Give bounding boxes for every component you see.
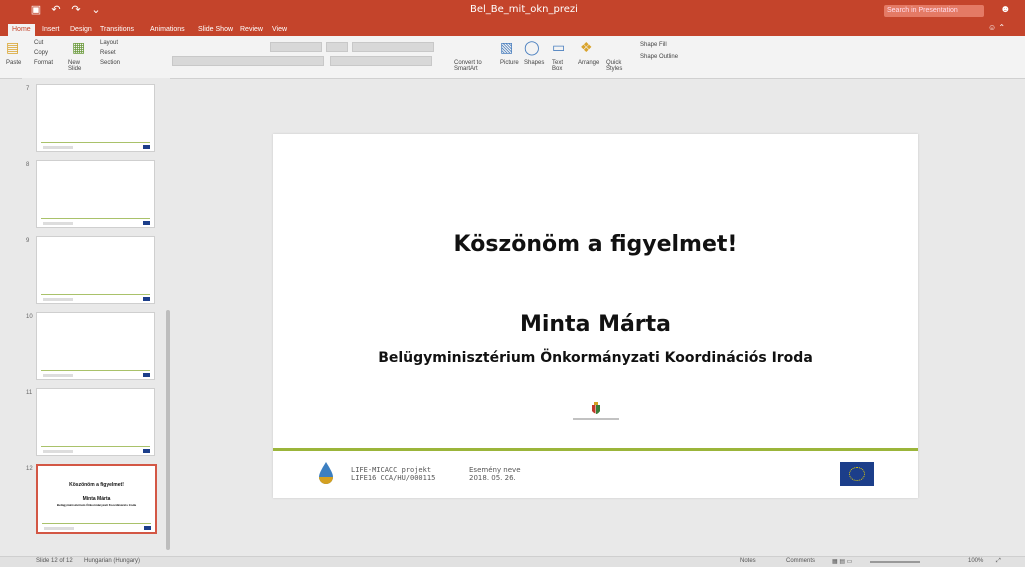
paste-label[interactable]: Paste	[6, 60, 21, 66]
user-icon[interactable]: ☻	[1000, 4, 1012, 16]
picture-button[interactable]: Picture	[500, 60, 519, 66]
slide-thumbnail[interactable]	[36, 312, 155, 380]
font-size-select[interactable]	[326, 42, 348, 52]
cut-button[interactable]: Cut	[34, 40, 43, 46]
shapes-icon[interactable]: ◯	[524, 40, 540, 54]
shape-outline-button[interactable]: Shape Outline	[640, 54, 678, 60]
slide-thumbnail[interactable]	[36, 84, 155, 152]
presenter-name[interactable]: Minta Márta	[273, 312, 918, 337]
picture-icon[interactable]: ▧	[500, 40, 513, 54]
reset-button[interactable]: Reset	[100, 50, 116, 56]
thumbnail-org: Belügyminisztérium Önkormányzati Koordin…	[56, 503, 137, 507]
paragraph-controls[interactable]	[352, 42, 434, 52]
font-family-select[interactable]	[270, 42, 322, 52]
redo-icon[interactable]: ↷	[70, 4, 82, 16]
view-buttons[interactable]: ▦ ▤ ▭	[832, 558, 852, 565]
convert-smartart-button[interactable]: Convert to SmartArt	[454, 60, 484, 72]
slide-counter: Slide 12 of 12	[36, 558, 73, 564]
thumbnail-title: Köszönöm a figyelmet!	[69, 482, 124, 488]
slide-thumbnail[interactable]	[36, 160, 155, 228]
arrange-icon[interactable]: ❖	[580, 40, 593, 54]
event-info: Esemény neve 2018. 05. 26.	[469, 466, 521, 482]
event-date: 2018. 05. 26.	[469, 474, 516, 482]
tab-slide-show[interactable]: Slide Show	[198, 24, 233, 36]
project-logo-icon	[319, 462, 333, 484]
ribbon: ▤ Paste Cut Copy Format ▦ New Slide Layo…	[0, 36, 1025, 79]
eu-flag-icon	[840, 462, 874, 486]
copy-button[interactable]: Copy	[34, 50, 48, 56]
shapes-button[interactable]: Shapes	[524, 60, 544, 66]
share-icon[interactable]: ☺ ⌃	[988, 23, 1005, 32]
crest-caption	[573, 418, 619, 420]
zoom-level[interactable]: 100%	[968, 558, 983, 564]
save-icon[interactable]: ▣	[30, 4, 42, 16]
new-slide-icon[interactable]: ▦	[72, 40, 85, 54]
tab-home[interactable]: Home	[8, 24, 35, 36]
new-slide-button[interactable]: New Slide	[68, 60, 92, 72]
tab-design[interactable]: Design	[70, 24, 92, 36]
slide-thumbnail[interactable]	[36, 388, 155, 456]
slide-thumbnails-pane: 7 8 9 10 11 12 Köszönöm a figyelmet! Min…	[22, 78, 170, 554]
project-code: LIFE16 CCA/HU/000115	[351, 474, 436, 482]
ribbon-tabs: Home Insert Design Transitions Animation…	[0, 22, 1025, 36]
tab-view[interactable]: View	[272, 24, 287, 36]
zoom-slider[interactable]	[870, 561, 920, 563]
document-title: Bel_Be_mit_okn_prezi	[470, 4, 578, 15]
slide-canvas[interactable]: Köszönöm a figyelmet! Minta Márta Belügy…	[273, 134, 918, 498]
language-indicator[interactable]: Hungarian (Hungary)	[84, 558, 140, 564]
quick-access-toolbar: ▣ ↶ ↷ ⌄	[30, 4, 102, 16]
search-input[interactable]: Search in Presentation	[884, 5, 984, 17]
thumbnail-number: 7	[26, 86, 30, 92]
thumbnail-number: 9	[26, 238, 30, 244]
footer-divider	[273, 448, 918, 451]
thumbnail-number: 10	[26, 314, 33, 320]
tab-insert[interactable]: Insert	[42, 24, 60, 36]
slide-thumbnail[interactable]	[36, 236, 155, 304]
project-name: LIFE-MICACC projekt	[351, 466, 432, 474]
project-info: LIFE-MICACC projekt LIFE16 CCA/HU/000115	[351, 466, 435, 482]
comments-button[interactable]: Comments	[786, 558, 815, 564]
tab-review[interactable]: Review	[240, 24, 263, 36]
thumbnail-number: 12	[26, 466, 33, 472]
tab-animations[interactable]: Animations	[150, 24, 185, 36]
alignment-controls[interactable]	[330, 56, 432, 66]
text-box-button[interactable]: Text Box	[552, 60, 572, 72]
text-box-icon[interactable]: ▭	[552, 40, 565, 54]
section-button[interactable]: Section	[100, 60, 120, 66]
font-format-controls[interactable]	[172, 56, 324, 66]
organization-name[interactable]: Belügyminisztérium Önkormányzati Koordin…	[273, 350, 918, 366]
slide-title[interactable]: Köszönöm a figyelmet!	[273, 232, 918, 257]
slide-thumbnail-selected[interactable]: Köszönöm a figyelmet! Minta Márta Belügy…	[36, 464, 157, 534]
paste-icon[interactable]: ▤	[6, 40, 19, 54]
tab-transitions[interactable]: Transitions	[100, 24, 134, 36]
quick-styles-button[interactable]: Quick Styles	[606, 60, 628, 72]
title-bar: ▣ ↶ ↷ ⌄ Bel_Be_mit_okn_prezi Search in P…	[0, 0, 1025, 22]
notes-button[interactable]: Notes	[740, 558, 756, 564]
format-painter-button[interactable]: Format	[34, 60, 53, 66]
customize-icon[interactable]: ⌄	[90, 4, 102, 16]
thumbnail-number: 11	[26, 390, 33, 396]
arrange-button[interactable]: Arrange	[578, 60, 599, 66]
layout-button[interactable]: Layout	[100, 40, 118, 46]
shape-fill-button[interactable]: Shape Fill	[640, 42, 667, 48]
thumbnails-scrollbar[interactable]	[166, 310, 170, 550]
hungarian-crest-icon	[592, 402, 600, 414]
thumbnail-name: Minta Márta	[82, 496, 111, 502]
event-name: Esemény neve	[469, 466, 521, 474]
fit-slide-icon[interactable]: ⤢	[996, 558, 1001, 565]
thumbnail-number: 8	[26, 162, 30, 168]
undo-icon[interactable]: ↶	[50, 4, 62, 16]
status-bar: Slide 12 of 12 Hungarian (Hungary) Notes…	[0, 556, 1025, 567]
